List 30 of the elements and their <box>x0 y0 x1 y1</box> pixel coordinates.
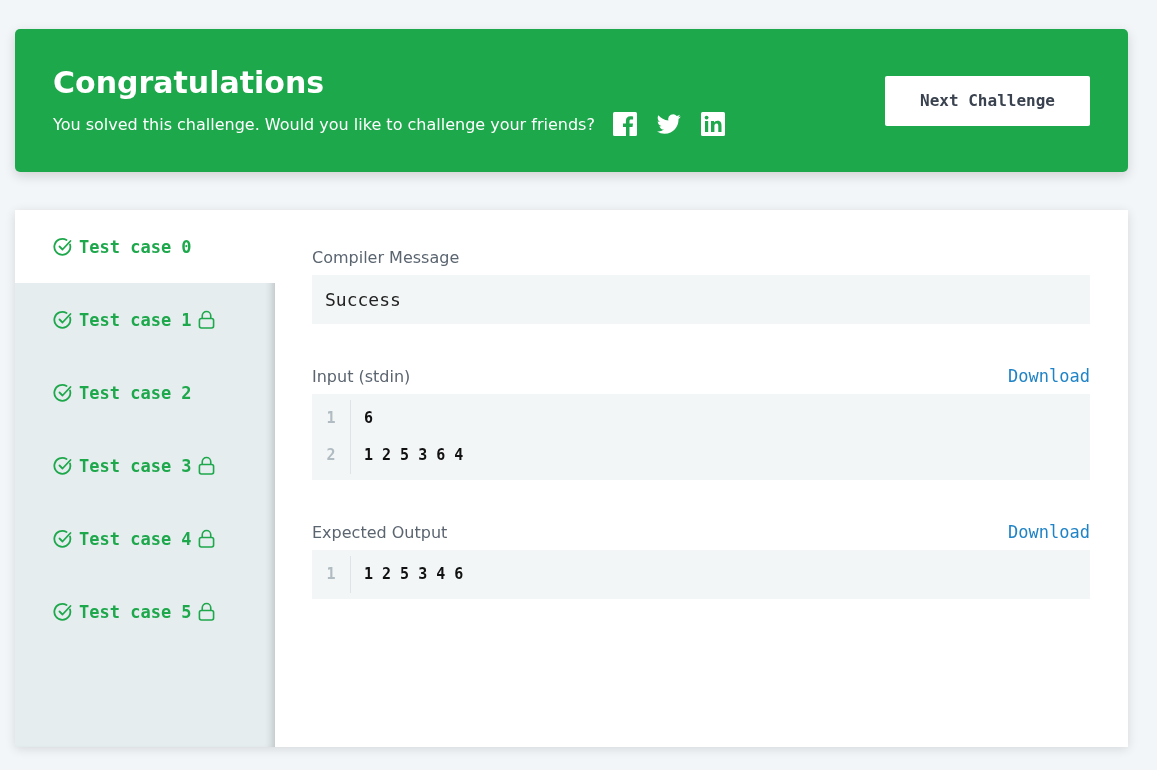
test-case-tab[interactable]: Test case 2 <box>15 356 275 429</box>
section-label: Expected Output <box>312 523 448 542</box>
download-link[interactable]: Download <box>1008 522 1090 542</box>
test-case-tab[interactable]: Test case 3 <box>15 429 275 502</box>
next-challenge-button[interactable]: Next Challenge <box>885 75 1090 126</box>
test-case-tab[interactable]: Test case 4 <box>15 502 275 575</box>
test-case-label: Test case 5 <box>79 601 192 622</box>
banner-message: You solved this challenge. Would you like to challenge your friends? <box>53 114 595 134</box>
test-case-tab[interactable]: Test case 0 <box>15 210 275 283</box>
test-case-tab[interactable]: Test case 5 <box>15 575 275 648</box>
test-case-label: Test case 1 <box>79 309 192 330</box>
test-case-label: Test case 0 <box>79 236 192 257</box>
test-case-label: Test case 3 <box>79 455 192 476</box>
section-label: Compiler Message <box>312 248 460 267</box>
line-number: 2 <box>326 445 336 466</box>
banner-title: Congratulations <box>53 65 326 100</box>
code-line: 1 2 5 3 4 6 <box>364 564 464 585</box>
linkedin-icon[interactable] <box>700 112 725 136</box>
section-label: Input (stdin) <box>312 367 411 386</box>
twitter-icon[interactable] <box>656 112 681 136</box>
test-case-tab[interactable]: Test case 1 <box>15 283 275 356</box>
code-line: 1 2 5 3 6 4 <box>364 445 464 466</box>
line-number: 1 <box>326 564 336 585</box>
facebook-icon[interactable] <box>612 112 637 136</box>
line-number: 1 <box>326 408 336 429</box>
download-link[interactable]: Download <box>1008 366 1090 386</box>
code-line: 6 <box>364 408 375 429</box>
test-case-label: Test case 4 <box>79 528 192 549</box>
compiler-message: Success <box>312 275 1090 324</box>
test-case-label: Test case 2 <box>79 382 192 403</box>
